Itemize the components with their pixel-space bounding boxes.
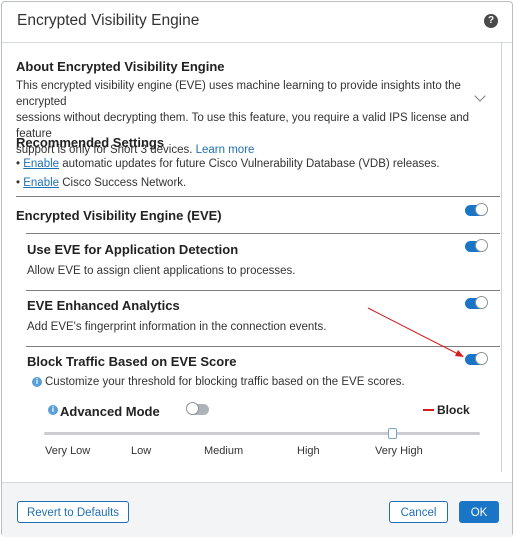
toggle-knob (475, 203, 488, 216)
app-detection-toggle[interactable] (465, 239, 488, 252)
block-legend-line (423, 409, 434, 411)
analytics-description: Add EVE's fingerprint information in the… (27, 321, 327, 333)
eve-heading: Encrypted Visibility Engine (EVE) (16, 208, 222, 223)
toggle-knob (475, 352, 488, 365)
recommended-heading: Recommended Settings (16, 135, 165, 150)
dialog-header: Encrypted Visibility Engine ? (2, 2, 512, 43)
eve-dialog: Encrypted Visibility Engine ? About Encr… (1, 1, 513, 537)
block-legend-label: Block (437, 403, 470, 417)
recommended-item-vdb: • Enable automatic updates for future Ci… (16, 156, 440, 172)
tick-medium: Medium (204, 445, 244, 457)
advanced-mode-toggle[interactable] (186, 402, 209, 415)
analytics-heading: EVE Enhanced Analytics (27, 298, 180, 313)
advanced-mode-label: Advanced Mode (60, 404, 160, 419)
learn-more-link[interactable]: Learn more (196, 144, 255, 156)
divider (16, 196, 500, 197)
cancel-button[interactable]: Cancel (389, 501, 448, 523)
tick-low: Low (131, 445, 152, 457)
toggle-knob (475, 239, 488, 252)
help-icon[interactable]: ? (484, 14, 498, 28)
enable-csn-link[interactable]: Enable (23, 177, 59, 189)
dialog-footer: Revert to Defaults Cancel OK (2, 482, 512, 537)
about-line-1: This encrypted visibility engine (EVE) u… (16, 80, 461, 108)
eve-score-slider-track[interactable] (44, 432, 480, 435)
bullet: • (16, 158, 21, 170)
tick-very-high: Very High (375, 445, 423, 457)
recommended-item-text: Cisco Success Network. (59, 177, 187, 189)
toggle-knob (475, 296, 488, 309)
recommended-item-text: automatic updates for future Cisco Vulne… (59, 158, 440, 170)
divider (26, 290, 500, 291)
revert-to-defaults-button[interactable]: Revert to Defaults (17, 501, 129, 523)
divider (26, 233, 500, 234)
block-description: Customize your threshold for blocking tr… (45, 376, 405, 388)
info-icon: i (32, 377, 42, 387)
dialog-title: Encrypted Visibility Engine (17, 12, 200, 29)
recommended-item-csn: • Enable Cisco Success Network. (16, 175, 186, 191)
eve-toggle[interactable] (465, 203, 488, 216)
info-icon: i (48, 405, 58, 415)
toggle-knob (186, 402, 199, 415)
eve-score-slider-thumb[interactable] (388, 428, 398, 439)
enable-vdb-link[interactable]: Enable (23, 158, 59, 170)
app-detection-heading: Use EVE for Application Detection (27, 242, 239, 257)
scroll-divider (501, 42, 502, 472)
bullet: • (16, 177, 21, 189)
about-heading: About Encrypted Visibility Engine (16, 59, 225, 74)
annotation-arrow (367, 307, 464, 357)
tick-high: High (297, 445, 320, 457)
app-detection-description: Allow EVE to assign client applications … (27, 265, 296, 277)
block-heading: Block Traffic Based on EVE Score (27, 354, 237, 369)
tick-very-low: Very Low (45, 445, 91, 457)
ok-button[interactable]: OK (459, 501, 499, 523)
